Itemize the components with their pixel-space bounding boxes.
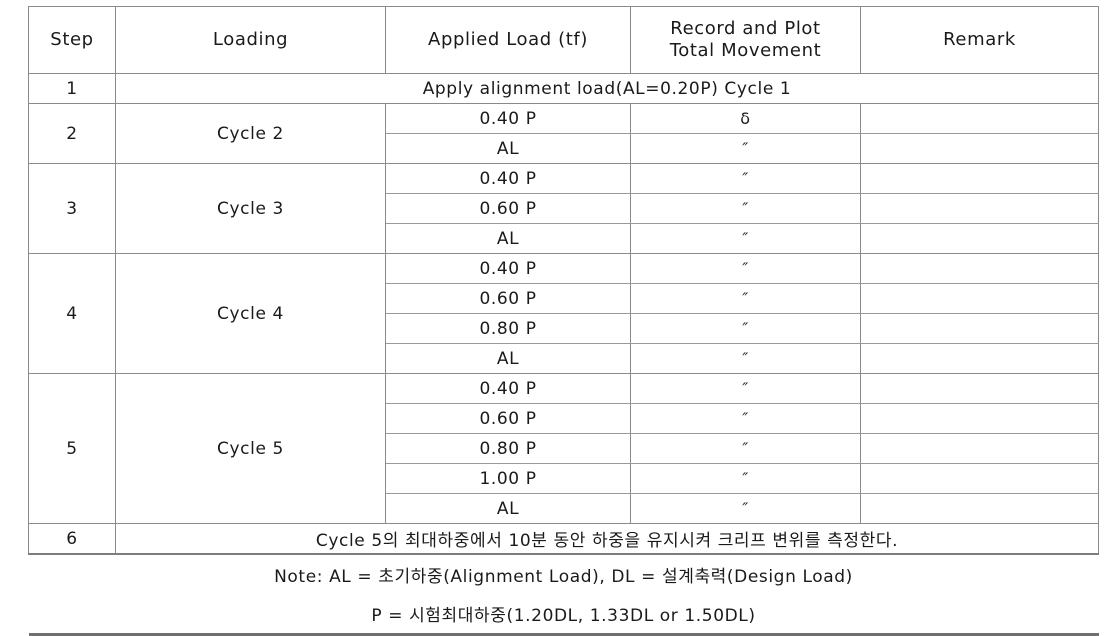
- remark-value: [860, 373, 1099, 404]
- total-movement-value: ″: [630, 133, 861, 164]
- remark-value: [860, 133, 1099, 164]
- total-movement-value: ″: [630, 463, 861, 494]
- remark-value: [860, 223, 1099, 254]
- table-row: 6 Cycle 5의 최대하중에서 10분 동안 하중을 유지시켜 크리프 변위…: [28, 523, 1099, 555]
- table-row: 3 Cycle 3 0.40 P ″: [28, 163, 1099, 254]
- header-record-plot-line1: Record and Plot: [670, 17, 821, 39]
- remark-value: [860, 103, 1099, 134]
- total-movement-value: ″: [630, 223, 861, 254]
- header-record-plot: Record and Plot Total Movement: [630, 6, 861, 74]
- remark-value: [860, 253, 1099, 284]
- total-movement-value: ″: [630, 433, 861, 464]
- header-step: Step: [28, 6, 116, 74]
- table-row: 1 Apply alignment load(AL=0.20P) Cycle 1: [28, 73, 1099, 104]
- step-span-text: Apply alignment load(AL=0.20P) Cycle 1: [115, 73, 1099, 104]
- applied-load-value: 0.40 P: [385, 373, 631, 404]
- remark-value: [860, 493, 1099, 524]
- loading-label: Cycle 3: [115, 163, 386, 254]
- step-span-text: Cycle 5의 최대하중에서 10분 동안 하중을 유지시켜 크리프 변위를 …: [115, 523, 1099, 555]
- step-number: 4: [28, 253, 116, 374]
- remark-value: [860, 313, 1099, 344]
- applied-load-value: AL: [385, 493, 631, 524]
- applied-load-value: 0.40 P: [385, 253, 631, 284]
- remark-value: [860, 403, 1099, 434]
- total-movement-value: ″: [630, 493, 861, 524]
- applied-load-value: AL: [385, 133, 631, 164]
- table-row: 4 Cycle 4 0.40 P ″: [28, 253, 1099, 374]
- total-movement-value: ″: [630, 373, 861, 404]
- remark-value: [860, 163, 1099, 194]
- note-text: Note: AL = 초기하중(Alignment Load), DL = 설계…: [28, 553, 1099, 593]
- note-row: Note: AL = 초기하중(Alignment Load), DL = 설계…: [28, 553, 1099, 593]
- table-sheet: Step Loading Applied Load (tf) Record an…: [0, 0, 1108, 636]
- header-record-plot-line2: Total Movement: [669, 40, 822, 61]
- step-number: 1: [28, 73, 116, 104]
- applied-load-value: 0.60 P: [385, 193, 631, 224]
- remark-value: [860, 283, 1099, 314]
- applied-load-value: 1.00 P: [385, 463, 631, 494]
- header-remark: Remark: [860, 6, 1099, 74]
- loading-label: Cycle 4: [115, 253, 386, 374]
- header-loading: Loading: [115, 6, 386, 74]
- total-movement-value: ″: [630, 193, 861, 224]
- remark-value: [860, 193, 1099, 224]
- applied-load-value: AL: [385, 223, 631, 254]
- total-movement-value: ″: [630, 253, 861, 284]
- note-row: P = 시험최대하중(1.20DL, 1.33DL or 1.50DL): [28, 593, 1099, 636]
- applied-load-value: 0.40 P: [385, 163, 631, 194]
- applied-load-value: 0.60 P: [385, 403, 631, 434]
- loading-label: Cycle 5: [115, 373, 386, 524]
- applied-load-value: AL: [385, 343, 631, 374]
- step-number: 3: [28, 163, 116, 254]
- note-text: P = 시험최대하중(1.20DL, 1.33DL or 1.50DL): [28, 593, 1099, 636]
- applied-load-value: 0.80 P: [385, 433, 631, 464]
- applied-load-value: 0.60 P: [385, 283, 631, 314]
- table-body: 1 Apply alignment load(AL=0.20P) Cycle 1…: [28, 73, 1099, 636]
- remark-value: [860, 463, 1099, 494]
- total-movement-value: ″: [630, 283, 861, 314]
- table-row: 2 Cycle 2 0.40 P δ: [28, 103, 1099, 164]
- applied-load-value: 0.40 P: [385, 103, 631, 134]
- remark-value: [860, 343, 1099, 374]
- applied-load-value: 0.80 P: [385, 313, 631, 344]
- loading-label: Cycle 2: [115, 103, 386, 164]
- total-movement-value: δ: [630, 103, 861, 134]
- step-number: 6: [28, 523, 116, 555]
- total-movement-value: ″: [630, 343, 861, 374]
- table-header: Step Loading Applied Load (tf) Record an…: [28, 6, 1099, 74]
- step-number: 5: [28, 373, 116, 524]
- total-movement-value: ″: [630, 403, 861, 434]
- remark-value: [860, 433, 1099, 464]
- loading-schedule-table: Step Loading Applied Load (tf) Record an…: [28, 6, 1099, 636]
- total-movement-value: ″: [630, 163, 861, 194]
- total-movement-value: ″: [630, 313, 861, 344]
- header-applied-load: Applied Load (tf): [385, 6, 631, 74]
- step-number: 2: [28, 103, 116, 164]
- table-row: 5 Cycle 5 0.40 P ″: [28, 373, 1099, 524]
- header-row: Step Loading Applied Load (tf) Record an…: [28, 6, 1099, 74]
